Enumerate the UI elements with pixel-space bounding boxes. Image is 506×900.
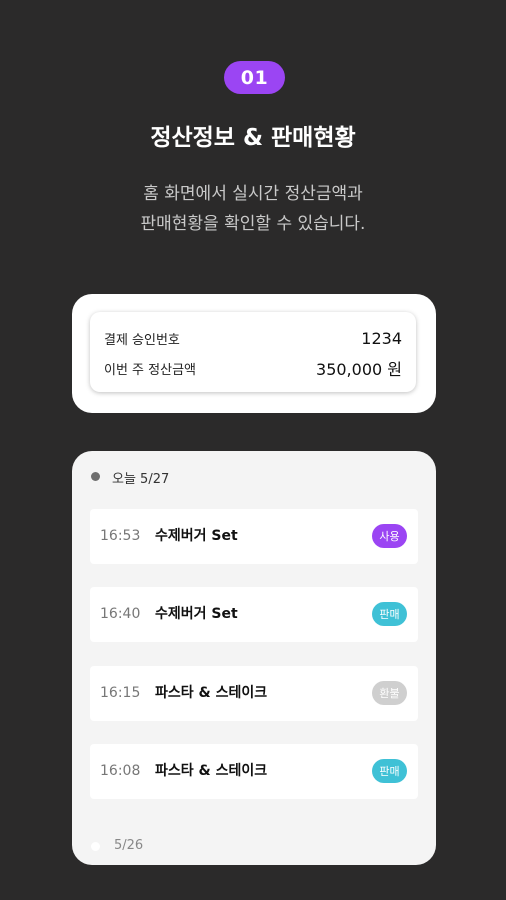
settlement-summary-box: 결제 승인번호 1234 이번 주 정산금액 350,000 원 (90, 312, 416, 392)
page-subtitle: 홈 화면에서 실시간 정산금액과 판매현황을 확인할 수 있습니다. (0, 179, 506, 239)
status-badge-refund: 환불 (372, 681, 407, 705)
subtitle-line-2: 판매현황을 확인할 수 있습니다. (140, 214, 366, 234)
transaction-time: 16:53 (100, 528, 141, 544)
today-date-label: 오늘 5/27 (112, 472, 170, 487)
transaction-name: 수제버거 Set (155, 528, 238, 544)
previous-day-dot-icon (91, 842, 100, 851)
status-badge-sale: 판매 (372, 602, 407, 626)
transaction-name: 파스타 & 스테이크 (155, 685, 268, 701)
sales-history-card: 오늘 5/27 16:53 수제버거 Set 사용 16:40 수제버거 Set… (72, 451, 436, 865)
transaction-row[interactable]: 16:40 수제버거 Set 판매 (90, 587, 418, 642)
transaction-time: 16:08 (100, 763, 141, 779)
settlement-card: 결제 승인번호 1234 이번 주 정산금액 350,000 원 (72, 294, 436, 413)
previous-date-label: 5/26 (114, 838, 144, 853)
status-badge-sale: 판매 (372, 759, 407, 783)
page-title: 정산정보 & 판매현황 (150, 125, 356, 151)
today-dot-icon (91, 472, 100, 481)
transaction-name: 파스타 & 스테이크 (155, 763, 268, 779)
step-number-badge: 01 (224, 61, 285, 94)
weekly-settlement-row: 이번 주 정산금액 350,000 원 (104, 358, 402, 379)
approval-number-label: 결제 승인번호 (104, 332, 180, 348)
weekly-settlement-value: 350,000 원 (316, 360, 402, 379)
transaction-row[interactable]: 16:53 수제버거 Set 사용 (90, 509, 418, 564)
subtitle-line-1: 홈 화면에서 실시간 정산금액과 (143, 184, 363, 204)
status-badge-used: 사용 (372, 524, 407, 548)
transaction-row[interactable]: 16:15 파스타 & 스테이크 환불 (90, 666, 418, 721)
transaction-time: 16:40 (100, 606, 141, 622)
approval-number-value: 1234 (361, 328, 402, 348)
transaction-name: 수제버거 Set (155, 606, 238, 622)
approval-number-row: 결제 승인번호 1234 (104, 328, 402, 348)
weekly-settlement-label: 이번 주 정산금액 (104, 362, 196, 378)
transaction-row[interactable]: 16:08 파스타 & 스테이크 판매 (90, 744, 418, 799)
transaction-time: 16:15 (100, 685, 141, 701)
